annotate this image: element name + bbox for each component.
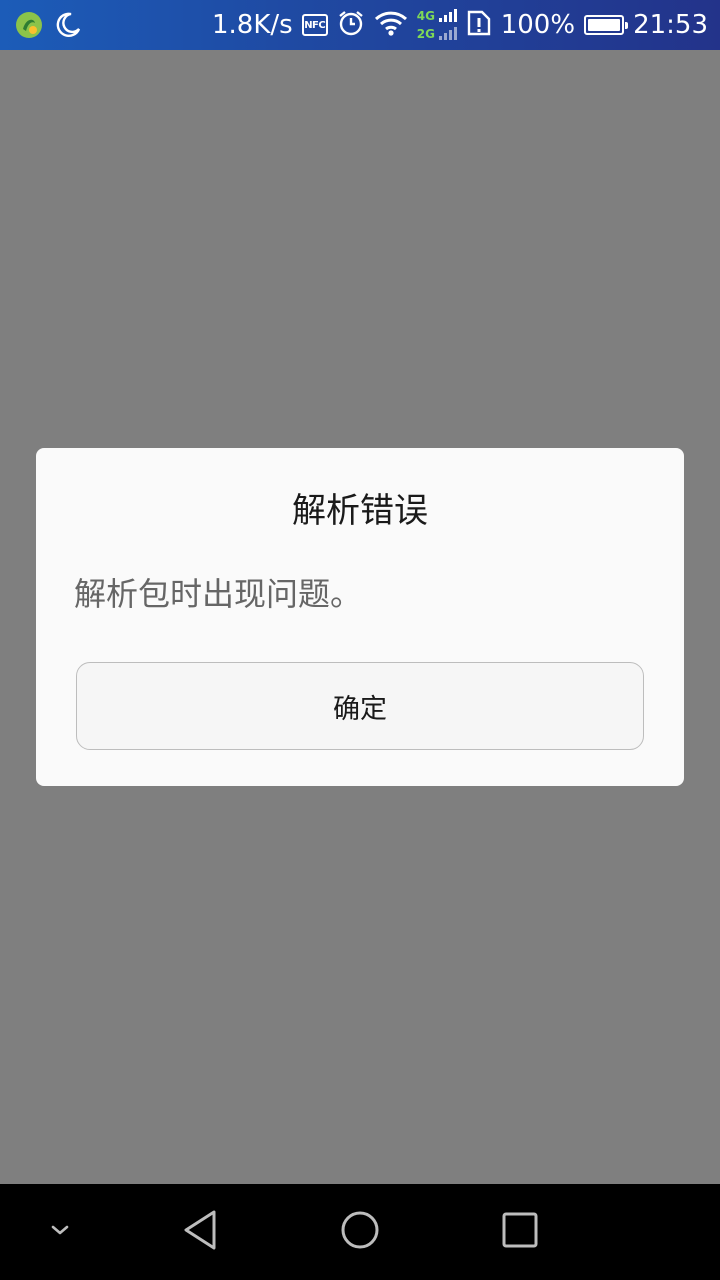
ok-button[interactable]: 确定 bbox=[76, 662, 644, 750]
moon-icon bbox=[54, 11, 82, 43]
cellular-signal-icon: 4G 2G bbox=[417, 7, 457, 43]
battery-icon bbox=[584, 15, 629, 35]
home-button[interactable] bbox=[312, 1184, 408, 1280]
dialog-title: 解析错误 bbox=[292, 491, 428, 531]
nfc-icon: NFC bbox=[301, 14, 328, 36]
clock: 21:53 bbox=[633, 10, 708, 40]
status-bar-left bbox=[14, 10, 82, 44]
screen: 1.8K/s NFC 4G 2G 100% 21:53 解析错误 解析包时出现问… bbox=[0, 0, 720, 1280]
network-speed: 1.8K/s bbox=[212, 10, 293, 40]
wifi-icon bbox=[374, 9, 408, 41]
signal-bars-2g bbox=[438, 27, 457, 40]
app-status-icon bbox=[14, 10, 44, 44]
alarm-icon bbox=[337, 9, 365, 41]
back-button[interactable] bbox=[152, 1184, 248, 1280]
sim-alert-icon bbox=[466, 9, 492, 41]
home-icon bbox=[339, 1209, 381, 1255]
status-bar: 1.8K/s NFC 4G 2G 100% 21:53 bbox=[0, 0, 720, 50]
ok-button-label: 确定 bbox=[333, 693, 387, 725]
recents-button[interactable] bbox=[472, 1184, 568, 1280]
battery-percent: 100% bbox=[500, 10, 576, 40]
chevron-down-icon bbox=[48, 1218, 72, 1246]
network-2g-label: 2G bbox=[416, 27, 435, 41]
back-icon bbox=[180, 1208, 220, 1256]
status-bar-right: 1.8K/s NFC 4G 2G 100% 21:53 bbox=[212, 0, 708, 50]
signal-bars-4g bbox=[438, 9, 457, 22]
recents-icon bbox=[501, 1211, 539, 1253]
dialog-message: 解析包时出现问题。 bbox=[74, 575, 363, 613]
network-4g-label: 4G bbox=[416, 9, 435, 23]
hide-nav-button[interactable] bbox=[12, 1184, 108, 1280]
parse-error-dialog: 解析错误 解析包时出现问题。 确定 bbox=[36, 448, 684, 786]
navigation-bar bbox=[0, 1184, 720, 1280]
